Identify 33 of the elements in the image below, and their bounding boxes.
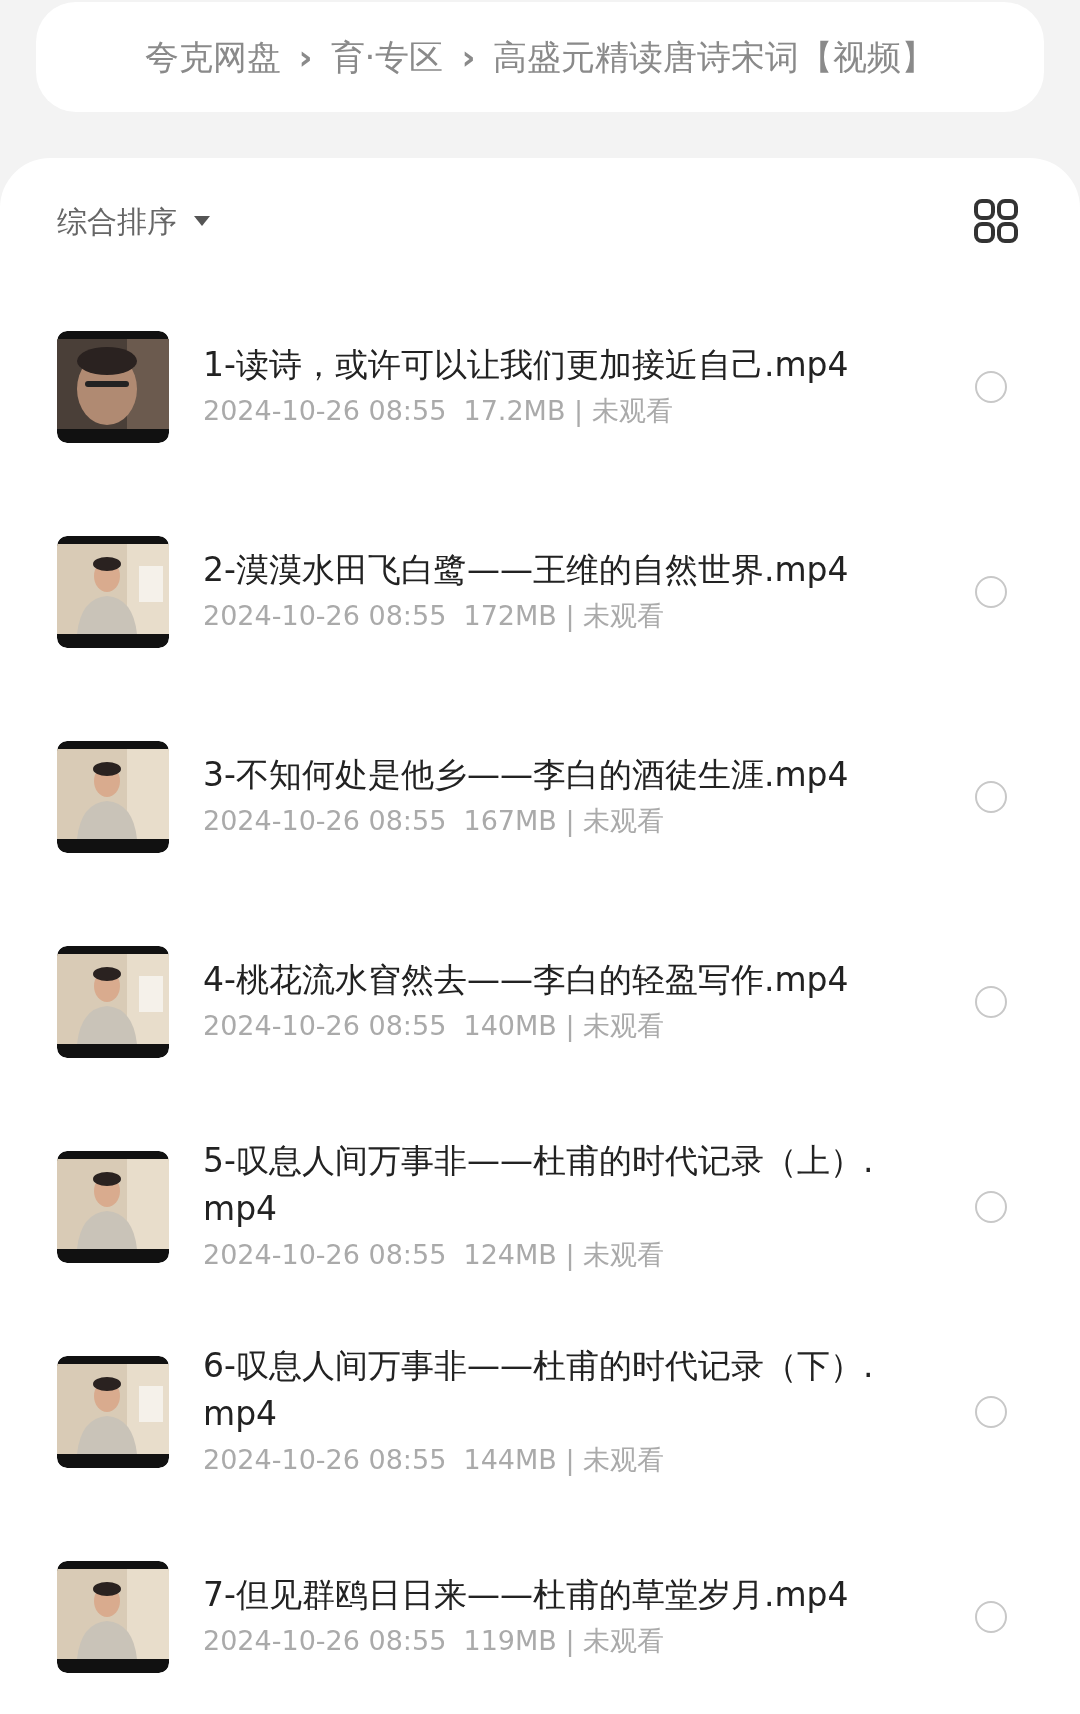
file-row[interactable]: 6-叹息人间万事非——杜甫的时代记录（下）.mp4 2024-10-26 08:55 144MB | 未观看	[0, 1309, 1080, 1514]
select-radio[interactable]	[975, 1600, 1007, 1633]
file-row[interactable]: 7-但见群鸥日日来——杜甫的草堂岁月.mp4 2024-10-26 08:55 119MB | 未观看	[0, 1514, 1080, 1714]
file-name: 1-读诗，或许可以让我们更加接近自己.mp4	[203, 343, 850, 386]
file-meta: 2024-10-26 08:55 172MB | 未观看	[203, 598, 666, 634]
file-meta: 2024-10-26 08:55 17.2MB | 未观看	[203, 393, 674, 429]
file-row[interactable]: 2-漠漠水田飞白鹭——王维的自然世界.mp4 2024-10-26 08:55 172MB | 未观看	[0, 489, 1080, 694]
file-meta: 2024-10-26 08:55 119MB | 未观看	[203, 1623, 666, 1659]
file-meta: 2024-10-26 08:55 144MB | 未观看	[203, 1442, 666, 1478]
sort-dropdown[interactable]: 综合排序	[57, 198, 211, 244]
file-name: 3-不知何处是他乡——李白的酒徒生涯.mp4	[203, 753, 850, 796]
select-radio[interactable]	[975, 985, 1007, 1018]
select-radio[interactable]	[975, 780, 1007, 813]
file-name: 5-叹息人间万事非——杜甫的时代记录（上）.mp4	[203, 1139, 875, 1230]
select-radio[interactable]	[975, 1395, 1007, 1428]
caret-icon	[193, 215, 211, 227]
file-name: 2-漠漠水田飞白鹭——王维的自然世界.mp4	[203, 548, 850, 591]
select-radio[interactable]	[975, 575, 1007, 608]
file-name: 7-但见群鸥日日来——杜甫的草堂岁月.mp4	[203, 1573, 850, 1616]
file-row[interactable]: 5-叹息人间万事非——杜甫的时代记录（上）.mp4 2024-10-26 08:55 124MB | 未观看	[0, 1104, 1080, 1309]
file-meta: 2024-10-26 08:55 167MB | 未观看	[203, 803, 666, 839]
file-row[interactable]: 3-不知何处是他乡——李白的酒徒生涯.mp4 2024-10-26 08:55 167MB | 未观看	[0, 694, 1080, 899]
file-row[interactable]: 4-桃花流水窅然去——李白的轻盈写作.mp4 2024-10-26 08:55 140MB | 未观看	[0, 899, 1080, 1104]
file-meta: 2024-10-26 08:55 140MB | 未观看	[203, 1008, 666, 1044]
file-row[interactable]: 1-读诗，或许可以让我们更加接近自己.mp4 2024-10-26 08:55 17.2MB | 未观看	[0, 284, 1080, 489]
file-name: 6-叹息人间万事非——杜甫的时代记录（下）.mp4	[203, 1344, 875, 1435]
file-meta: 2024-10-26 08:55 124MB | 未观看	[203, 1237, 666, 1273]
breadcrumb-separator: ›	[461, 35, 476, 79]
select-radio[interactable]	[975, 1190, 1007, 1223]
breadcrumb-separator: ›	[298, 35, 313, 79]
file-name: 4-桃花流水窅然去——李白的轻盈写作.mp4	[203, 958, 850, 1001]
grid-view-icon[interactable]	[974, 199, 1018, 243]
select-radio[interactable]	[975, 370, 1007, 403]
